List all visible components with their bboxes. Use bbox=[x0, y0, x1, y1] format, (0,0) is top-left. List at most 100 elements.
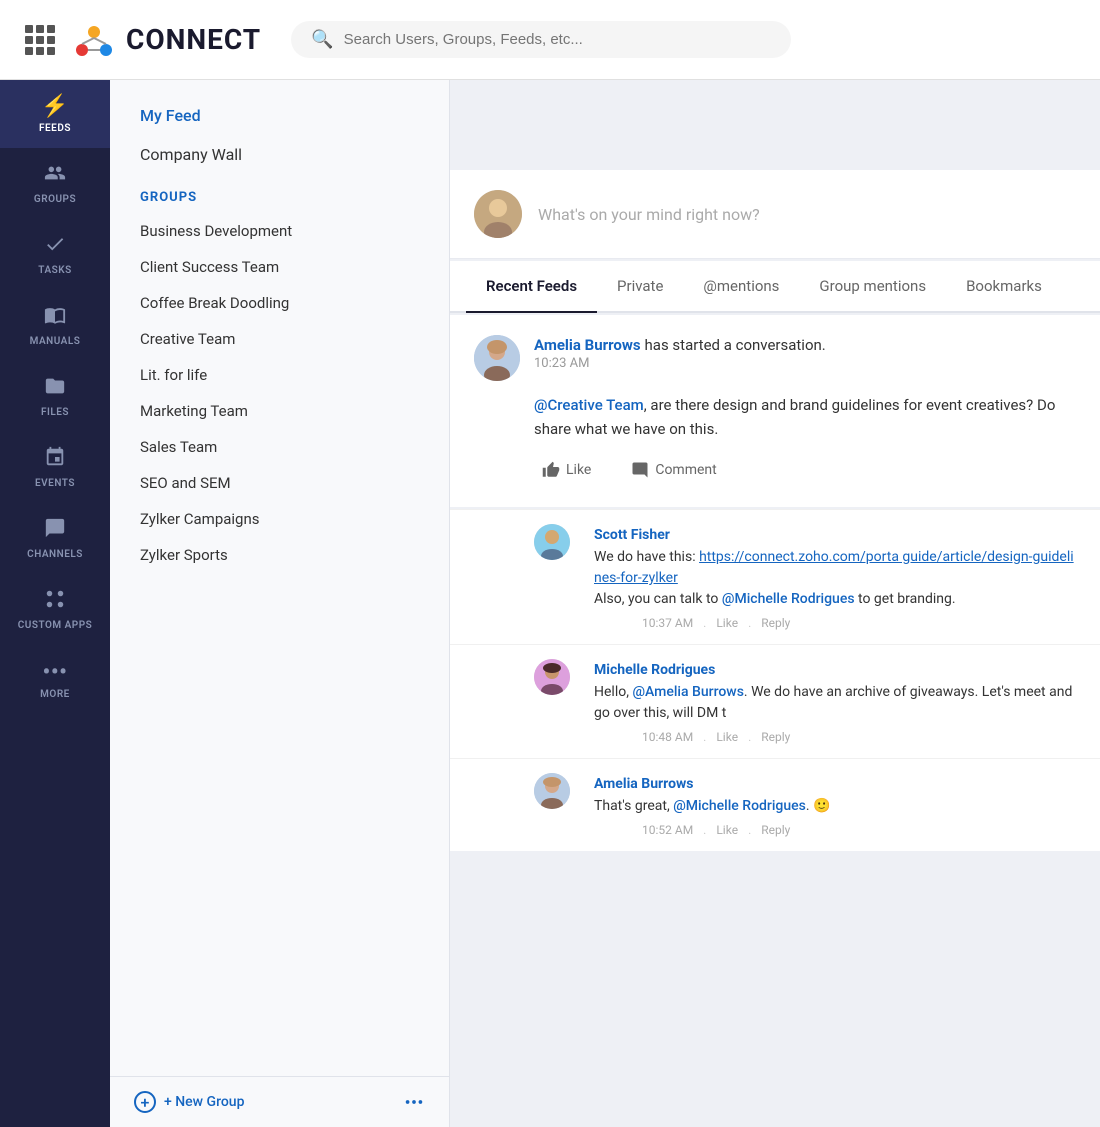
manuals-icon bbox=[44, 304, 66, 332]
feed-tabs: Recent Feeds Private @mentions Group men… bbox=[450, 261, 1100, 313]
more-options-icon bbox=[403, 1091, 425, 1113]
comment-avatar-michelle bbox=[534, 659, 570, 695]
sidebar-label-more: MORE bbox=[40, 689, 70, 700]
comment-body-scott: We do have this: https://connect.zoho.co… bbox=[594, 547, 1076, 610]
comment-reply-scott[interactable]: Reply bbox=[761, 616, 790, 630]
mention-michelle2: @Michelle Rodrigues bbox=[673, 798, 806, 814]
comment-time-amelia2: 10:52 AM bbox=[642, 823, 693, 837]
nav-item-my-feed[interactable]: My Feed bbox=[110, 96, 449, 135]
grid-menu-button[interactable] bbox=[20, 20, 60, 60]
plus-circle-icon: + bbox=[134, 1091, 156, 1113]
composer-avatar bbox=[474, 190, 522, 238]
nav-group-sales-team[interactable]: Sales Team bbox=[110, 429, 449, 465]
sidebar-label-tasks: TASKS bbox=[38, 265, 71, 276]
sidebar-item-groups[interactable]: GROUPS bbox=[0, 148, 110, 219]
comment-author-scott: Scott Fisher bbox=[594, 527, 670, 543]
comment-like-amelia2[interactable]: Like bbox=[716, 823, 738, 837]
icon-sidebar: ⚡ FEEDS GROUPS TASKS MANUALS FILES bbox=[0, 80, 110, 1127]
nav-bottom-bar: + + New Group bbox=[110, 1076, 449, 1127]
post-composer: What's on your mind right now? bbox=[450, 170, 1100, 259]
nav-group-coffee-break[interactable]: Coffee Break Doodling bbox=[110, 285, 449, 321]
tab-mentions[interactable]: @mentions bbox=[683, 261, 799, 313]
sidebar-label-events: EVENTS bbox=[35, 478, 75, 489]
main-layout: ⚡ FEEDS GROUPS TASKS MANUALS FILES bbox=[0, 80, 1100, 1127]
search-input[interactable] bbox=[344, 31, 772, 48]
sidebar-item-tasks[interactable]: TASKS bbox=[0, 219, 110, 290]
sidebar-label-channels: CHANNELS bbox=[27, 549, 83, 560]
comment-time-michelle: 10:48 AM bbox=[642, 730, 693, 744]
mention-michelle: @Michelle Rodrigues bbox=[722, 591, 855, 607]
new-group-button[interactable]: + + New Group bbox=[134, 1091, 244, 1113]
search-bar[interactable]: 🔍 bbox=[291, 21, 791, 58]
header: CONNECT 🔍 bbox=[0, 0, 1100, 80]
dot4: . bbox=[748, 730, 751, 744]
post-actions: Like Comment bbox=[474, 457, 1076, 487]
nav-group-client-success[interactable]: Client Success Team bbox=[110, 249, 449, 285]
post-author-line: Amelia Burrows has started a conversatio… bbox=[534, 335, 826, 354]
groups-icon bbox=[44, 162, 66, 190]
comment-card-michelle: Michelle Rodrigues Hello, @Amelia Burrow… bbox=[450, 644, 1100, 758]
groups-section-header: GROUPS bbox=[110, 174, 449, 213]
grid-icon bbox=[25, 25, 55, 55]
comment-label: Comment bbox=[655, 462, 716, 478]
comment-card-amelia2: Amelia Burrows That's great, @Michelle R… bbox=[450, 758, 1100, 851]
sidebar-label-custom-apps: CUSTOM APPS bbox=[18, 620, 92, 632]
more-icon: ••• bbox=[43, 660, 68, 685]
comment-like-scott[interactable]: Like bbox=[716, 616, 738, 630]
dot6: . bbox=[748, 823, 751, 837]
sidebar-label-groups: GROUPS bbox=[34, 194, 76, 205]
nav-group-creative-team[interactable]: Creative Team bbox=[110, 321, 449, 357]
sidebar-item-manuals[interactable]: MANUALS bbox=[0, 290, 110, 361]
feeds-icon: ⚡ bbox=[41, 94, 69, 119]
dot2: . bbox=[748, 616, 751, 630]
composer-placeholder[interactable]: What's on your mind right now? bbox=[538, 205, 1076, 224]
like-button[interactable]: Like bbox=[534, 457, 599, 483]
dot5: . bbox=[703, 823, 706, 837]
sidebar-item-more[interactable]: ••• MORE bbox=[0, 646, 110, 714]
sidebar-item-files[interactable]: FILES bbox=[0, 361, 110, 432]
nav-group-lit-for-life[interactable]: Lit. for life bbox=[110, 357, 449, 393]
comment-like-michelle[interactable]: Like bbox=[716, 730, 738, 744]
post-time: 10:23 AM bbox=[534, 356, 826, 371]
tab-private[interactable]: Private bbox=[597, 261, 683, 313]
post-header: Amelia Burrows has started a conversatio… bbox=[474, 335, 1076, 381]
post-body: @Creative Team, are there design and bra… bbox=[474, 393, 1076, 441]
nav-group-seo-sem[interactable]: SEO and SEM bbox=[110, 465, 449, 501]
sidebar-item-custom-apps[interactable]: CUSTOM APPS bbox=[0, 574, 110, 646]
mention-amelia: @Amelia Burrows bbox=[632, 684, 743, 700]
post-author-name: Amelia Burrows bbox=[534, 336, 641, 354]
tasks-icon bbox=[44, 233, 66, 261]
nav-group-zylker-sports[interactable]: Zylker Sports bbox=[110, 537, 449, 573]
sidebar-label-manuals: MANUALS bbox=[30, 336, 81, 347]
tab-group-mentions[interactable]: Group mentions bbox=[799, 261, 946, 313]
nav-item-company-wall[interactable]: Company Wall bbox=[110, 135, 449, 174]
comment-body-michelle: Hello, @Amelia Burrows. We do have an ar… bbox=[594, 682, 1076, 724]
comment-reply-michelle[interactable]: Reply bbox=[761, 730, 790, 744]
nav-group-business-dev[interactable]: Business Development bbox=[110, 213, 449, 249]
like-icon bbox=[542, 461, 560, 479]
custom-apps-icon bbox=[44, 588, 66, 616]
sidebar-item-events[interactable]: EVENTS bbox=[0, 432, 110, 503]
link-guidelines[interactable]: https://connect.zoho.com/porta guide/art… bbox=[594, 549, 1074, 586]
comment-button[interactable]: Comment bbox=[623, 457, 724, 483]
nav-group-marketing-team[interactable]: Marketing Team bbox=[110, 393, 449, 429]
more-options-button[interactable] bbox=[403, 1091, 425, 1113]
logo[interactable]: CONNECT bbox=[70, 16, 261, 64]
tab-recent-feeds[interactable]: Recent Feeds bbox=[466, 261, 597, 313]
post-action-text: has started a conversation. bbox=[645, 336, 826, 354]
comment-author-amelia2: Amelia Burrows bbox=[594, 776, 693, 792]
comment-reply-amelia2[interactable]: Reply bbox=[761, 823, 790, 837]
events-icon bbox=[44, 446, 66, 474]
tab-bookmarks[interactable]: Bookmarks bbox=[946, 261, 1062, 313]
search-icon: 🔍 bbox=[311, 29, 333, 50]
new-group-label: + New Group bbox=[164, 1094, 244, 1110]
logo-text: CONNECT bbox=[126, 23, 261, 56]
sidebar-item-feeds[interactable]: ⚡ FEEDS bbox=[0, 80, 110, 148]
comment-avatar-amelia2 bbox=[534, 773, 570, 809]
sidebar-item-channels[interactable]: CHANNELS bbox=[0, 503, 110, 574]
nav-group-zylker-campaigns[interactable]: Zylker Campaigns bbox=[110, 501, 449, 537]
dot1: . bbox=[703, 616, 706, 630]
comment-card-scott: Scott Fisher We do have this: https://co… bbox=[450, 509, 1100, 644]
like-label: Like bbox=[566, 462, 591, 478]
feed-area: Amelia Burrows has started a conversatio… bbox=[450, 313, 1100, 1127]
